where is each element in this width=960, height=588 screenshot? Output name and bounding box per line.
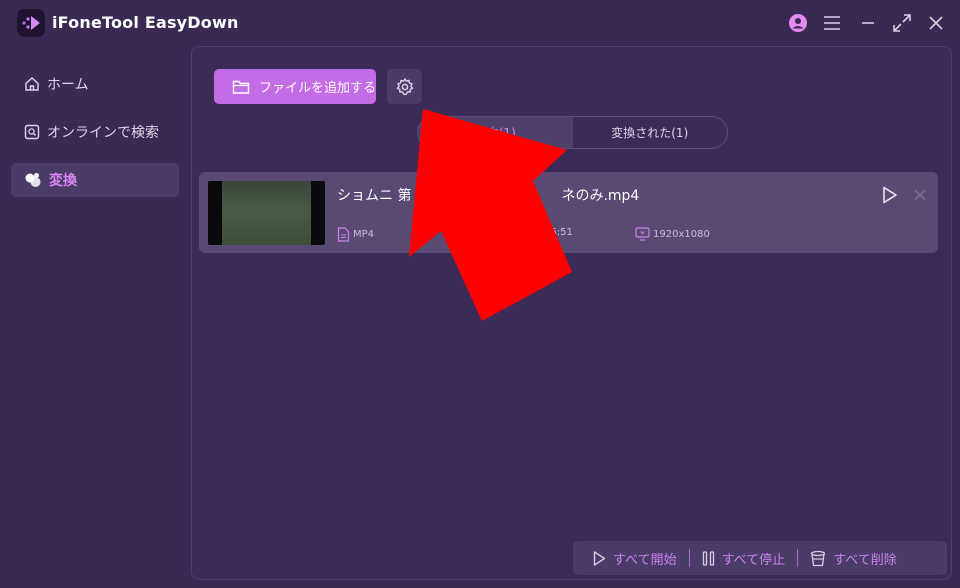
sidebar-item-label: ホーム [47, 77, 89, 93]
pause-icon [702, 550, 714, 566]
resolution-icon [635, 227, 650, 241]
convert-icon [25, 173, 41, 187]
sidebar-item-label: オンラインで検索 [47, 125, 159, 141]
sidebar-item-convert[interactable]: 変換 [11, 163, 179, 197]
tab-converting[interactable]: 換中(1) [418, 117, 573, 148]
home-icon [25, 77, 39, 91]
maximize-icon[interactable] [890, 11, 914, 35]
start-all-button[interactable]: すべて開始 [593, 549, 677, 568]
gear-icon [396, 77, 413, 95]
file-format-icon [337, 227, 350, 242]
close-icon[interactable] [924, 11, 948, 35]
settings-button[interactable] [387, 69, 422, 104]
title-bar: iFoneTool EasyDown [0, 0, 960, 46]
divider [797, 549, 799, 567]
bottom-action-bar: すべて開始 すべて停止 すべて削除 [573, 541, 947, 575]
tab-group: 換中(1) 変換された(1) [417, 116, 728, 149]
add-file-button[interactable]: ファイルを追加する [214, 69, 376, 104]
main-panel: ファイルを追加する 換中(1) 変換された(1) ショムニ 第ネのみ.mp4 M… [191, 46, 952, 580]
minimize-icon[interactable] [856, 11, 880, 35]
trash-icon [811, 550, 826, 566]
tab-converted[interactable]: 変換された(1) [573, 117, 728, 148]
app-title: iFoneTool EasyDown [52, 13, 239, 32]
sidebar-item-online-search[interactable]: オンラインで検索 [11, 115, 179, 149]
file-row[interactable]: ショムニ 第ネのみ.mp4 MP4 46:51 1920x1080 [199, 172, 938, 253]
folder-icon [232, 80, 250, 94]
delete-all-button[interactable]: すべて削除 [810, 549, 897, 568]
sidebar: ホーム オンラインで検索 変換 [0, 46, 192, 588]
play-icon[interactable] [879, 184, 901, 206]
video-thumbnail [208, 181, 325, 245]
file-resolution: 1920x1080 [635, 227, 710, 241]
divider [688, 549, 690, 567]
play-icon [593, 550, 606, 566]
search-icon [24, 124, 40, 140]
file-name: ショムニ 第ネのみ.mp4 [337, 188, 640, 204]
sidebar-item-label: 変換 [49, 173, 77, 189]
menu-icon[interactable] [820, 11, 844, 35]
remove-file-icon[interactable] [909, 184, 931, 206]
file-duration: 46:51 [544, 227, 573, 238]
app-logo-icon [17, 9, 45, 37]
file-format: MP4 [337, 227, 374, 242]
stop-all-button[interactable]: すべて停止 [702, 549, 785, 568]
add-file-label: ファイルを追加する [259, 81, 377, 96]
sidebar-item-home[interactable]: ホーム [11, 67, 179, 101]
account-icon[interactable] [786, 11, 810, 35]
